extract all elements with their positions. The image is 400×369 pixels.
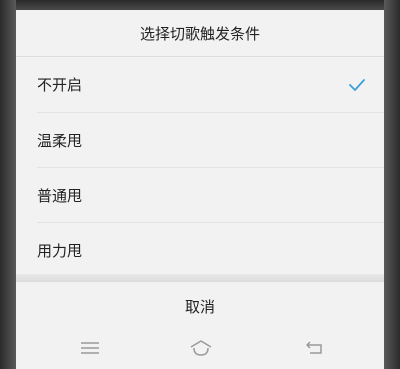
option-label: 普通甩 (37, 187, 83, 205)
option-label: 温柔甩 (37, 132, 83, 150)
option-hard-shake[interactable]: 用力甩 (16, 223, 384, 278)
home-icon[interactable] (188, 338, 214, 358)
menu-icon[interactable] (77, 338, 103, 358)
device-frame-top (0, 0, 400, 10)
option-normal-shake[interactable]: 普通甩 (16, 168, 384, 223)
option-label: 用力甩 (37, 242, 83, 260)
dialog-title: 选择切歌触发条件 (139, 24, 260, 43)
option-off[interactable]: 不开启 (16, 57, 384, 112)
option-gentle-shake[interactable]: 温柔甩 (16, 113, 384, 168)
checkmark-icon (348, 78, 366, 92)
list-bottom-edge (16, 274, 384, 282)
bottom-sheet-dialog: 选择切歌触发条件 不开启 温柔甩 普通甩 用力甩 取消 (16, 10, 384, 369)
back-icon[interactable] (302, 338, 328, 358)
device-frame-left (0, 0, 16, 369)
navigation-bar (16, 332, 384, 369)
cancel-button[interactable]: 取消 (16, 282, 384, 330)
device-frame-right (384, 0, 400, 369)
option-label: 不开启 (37, 76, 83, 94)
